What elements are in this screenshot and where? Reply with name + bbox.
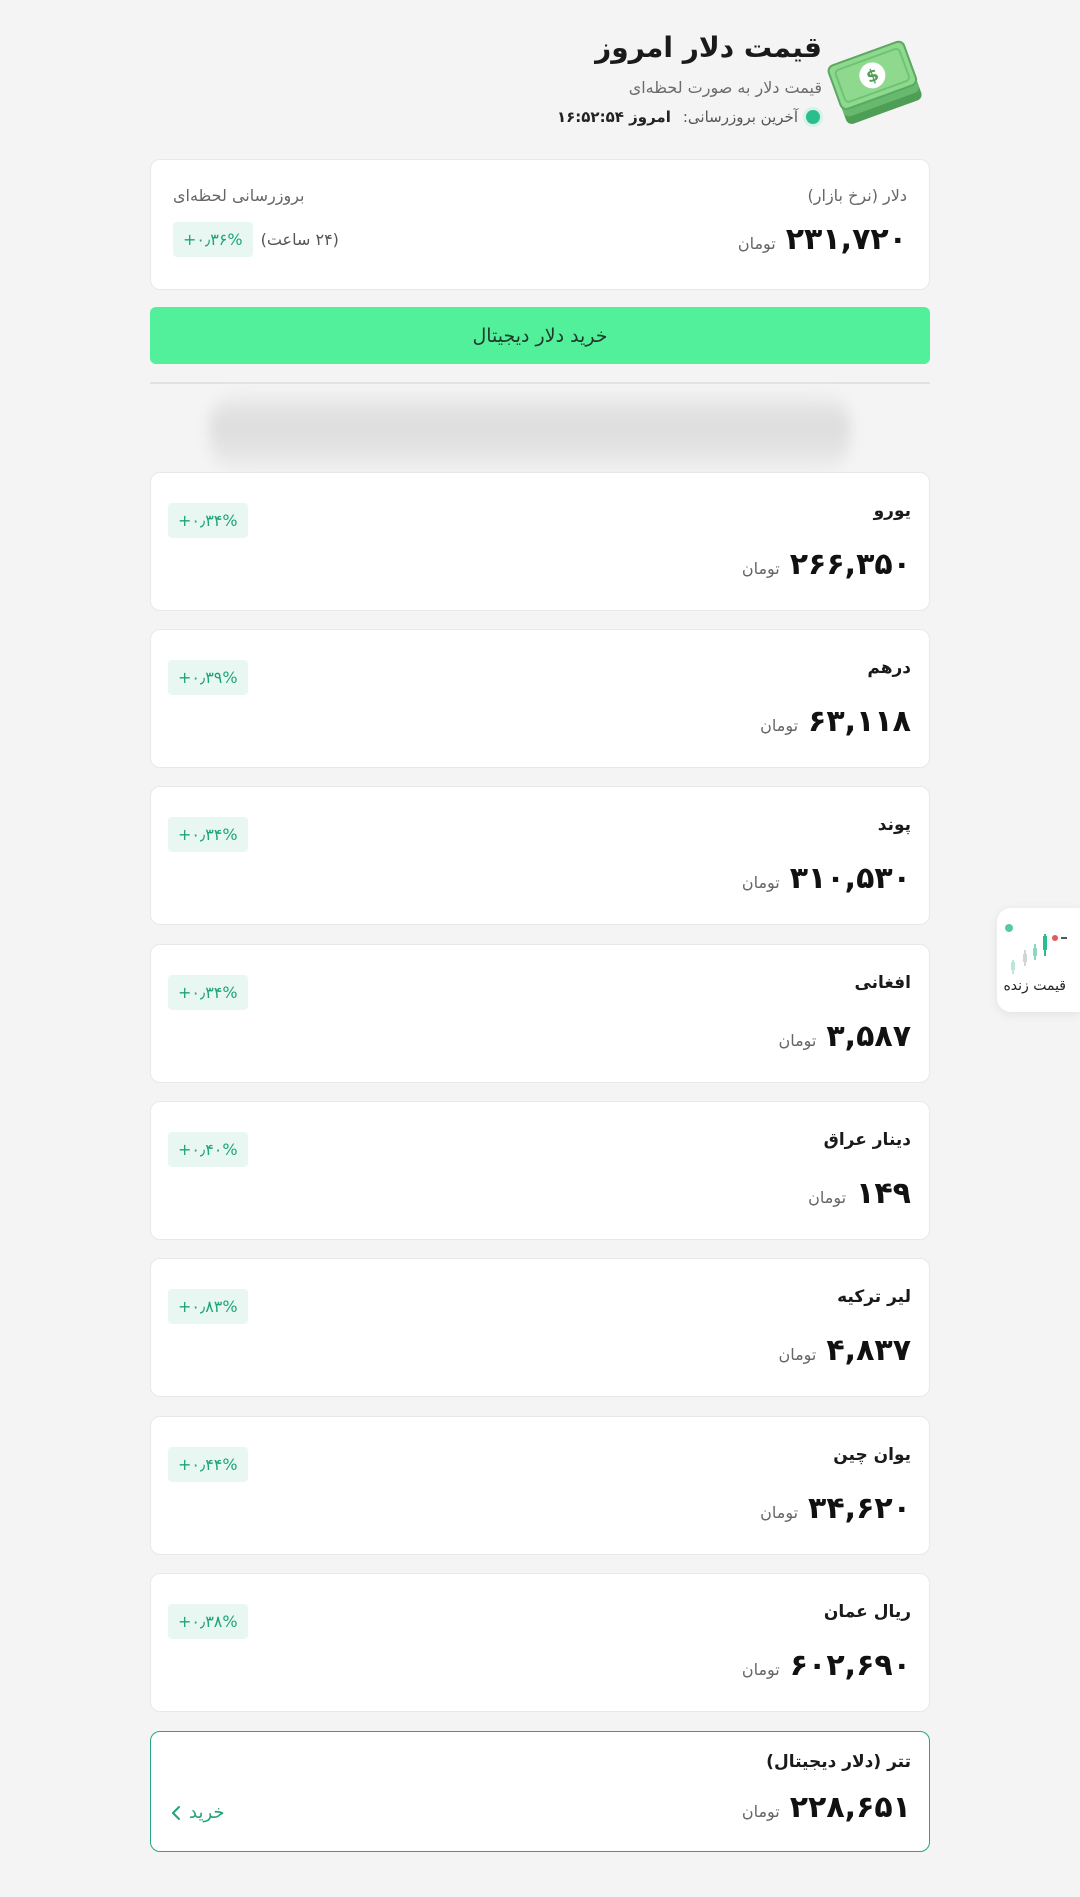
currency-name: ریال عمان [823,1602,911,1622]
currency-unit: تومان [808,1188,847,1207]
page-subtitle: قیمت دلار به صورت لحظه‌ای [628,78,822,97]
currency-price-row: ۳۴,۶۲۰ تومان [760,1491,911,1526]
currency-name: یوان چین [833,1445,911,1465]
currency-unit: تومان [741,559,780,578]
currency-unit: تومان [760,1503,799,1522]
currency-card[interactable]: افغانی ۳,۵۸۷ تومان +۰٫۳۴% [150,944,930,1083]
page-title: قیمت دلار امروز [595,31,822,64]
tether-price-row: ۲۲۸,۶۵۱ تومان [742,1790,911,1825]
currency-name: پوند [877,815,911,835]
change-badge: +۰٫۳۶% [173,222,253,257]
currency-price: ۶۰۲,۶۹۰ [789,1648,911,1683]
currency-unit: تومان [741,873,780,892]
dollar-change-row: (۲۴ ساعت) +۰٫۳۶% [173,222,339,257]
change-badge: +۰٫۳۴% [168,817,248,852]
currency-price: ۳۱۰,۵۳۰ [789,861,911,896]
tether-name: تتر (دلار دیجیتال) [766,1752,911,1772]
change-badge: +۰٫۳۹% [168,660,248,695]
currency-name: افغانی [854,973,911,993]
change-badge: +۰٫۴۰% [168,1132,248,1167]
buy-digital-dollar-button[interactable]: خرید دلار دیجیتال [150,307,930,364]
tether-buy-link[interactable]: خرید [171,1802,225,1823]
currency-name: لیر ترکیه [837,1287,911,1307]
money-stack-icon: $ [827,40,922,124]
dollar-main-card: دلار (نرخ بازار) ۲۳۱,۷۲۰ تومان بروزرسانی… [150,159,930,290]
currency-card[interactable]: پوند ۳۱۰,۵۳۰ تومان +۰٫۳۴% [150,786,930,925]
currency-card[interactable]: درهم ۶۳,۱۱۸ تومان +۰٫۳۹% [150,629,930,768]
currency-price-row: ۲۶۶,۳۵۰ تومان [742,547,911,582]
currency-unit: تومان [778,1031,817,1050]
currency-price: ۳۴,۶۲۰ [808,1491,911,1526]
change-period: (۲۴ ساعت) [260,230,339,249]
tether-buy-label: خرید [189,1802,225,1823]
page-header: $ قیمت دلار امروز قیمت دلار به صورت لحظه… [150,25,930,126]
currency-unit: تومان [741,1660,780,1679]
dollar-price: ۲۳۱,۷۲۰ [785,222,907,257]
blurred-banner [210,392,850,472]
currency-name: دینار عراق [823,1130,911,1150]
dollar-name: دلار (نرخ بازار) [807,186,907,205]
last-update-value: امروز ۱۶:۵۲:۵۴ [556,108,671,126]
live-update-note: بروزرسانی لحظه‌ای [173,186,305,205]
currency-price-row: ۶۰۲,۶۹۰ تومان [742,1648,911,1683]
currency-price: ۴,۸۳۷ [826,1333,911,1368]
change-badge: +۰٫۳۴% [168,975,248,1010]
currency-card[interactable]: یوان چین ۳۴,۶۲۰ تومان +۰٫۴۴% [150,1416,930,1555]
currency-price: ۲۶۶,۳۵۰ [789,547,911,582]
currency-name: درهم [867,658,911,678]
change-badge: +۰٫۳۸% [168,1604,248,1639]
change-badge: +۰٫۳۴% [168,503,248,538]
currency-card[interactable]: یورو ۲۶۶,۳۵۰ تومان +۰٫۳۴% [150,472,930,611]
dollar-price-row: ۲۳۱,۷۲۰ تومان [738,222,907,257]
currency-price-row: ۴,۸۳۷ تومان [778,1333,911,1368]
live-price-label: قیمت زنده [1003,978,1066,994]
currency-unit: تومان [760,716,799,735]
candlestick-chart-icon [1005,924,1067,974]
change-badge: +۰٫۴۴% [168,1447,248,1482]
change-badge: +۰٫۸۳% [168,1289,248,1324]
currency-price-row: ۳۱۰,۵۳۰ تومان [742,861,911,896]
currency-price: ۶۳,۱۱۸ [808,704,911,739]
chevron-left-icon [172,1805,180,1820]
currency-price-row: ۱۴۹ تومان [808,1176,911,1211]
tether-unit: تومان [741,1802,780,1821]
live-price-widget[interactable]: قیمت زنده [997,908,1080,1012]
dollar-unit: تومان [737,234,776,253]
currency-name: یورو [873,501,911,521]
tether-price: ۲۲۸,۶۵۱ [789,1790,911,1825]
live-dot-icon [806,110,820,124]
currency-card[interactable]: ریال عمان ۶۰۲,۶۹۰ تومان +۰٫۳۸% [150,1573,930,1712]
currency-price: ۱۴۹ [856,1176,911,1211]
last-update-label: آخرین بروزرسانی: [682,108,798,126]
currency-card[interactable]: لیر ترکیه ۴,۸۳۷ تومان +۰٫۸۳% [150,1258,930,1397]
last-update: آخرین بروزرسانی: امروز ۱۶:۵۲:۵۴ [557,108,820,126]
currency-unit: تومان [778,1345,817,1364]
currency-price-row: ۳,۵۸۷ تومان [778,1019,911,1054]
currency-card[interactable]: دینار عراق ۱۴۹ تومان +۰٫۴۰% [150,1101,930,1240]
divider [150,382,930,384]
currency-price: ۳,۵۸۷ [826,1019,911,1054]
currency-price-row: ۶۳,۱۱۸ تومان [760,704,911,739]
tether-card[interactable]: تتر (دلار دیجیتال) ۲۲۸,۶۵۱ تومان خرید [150,1731,930,1852]
